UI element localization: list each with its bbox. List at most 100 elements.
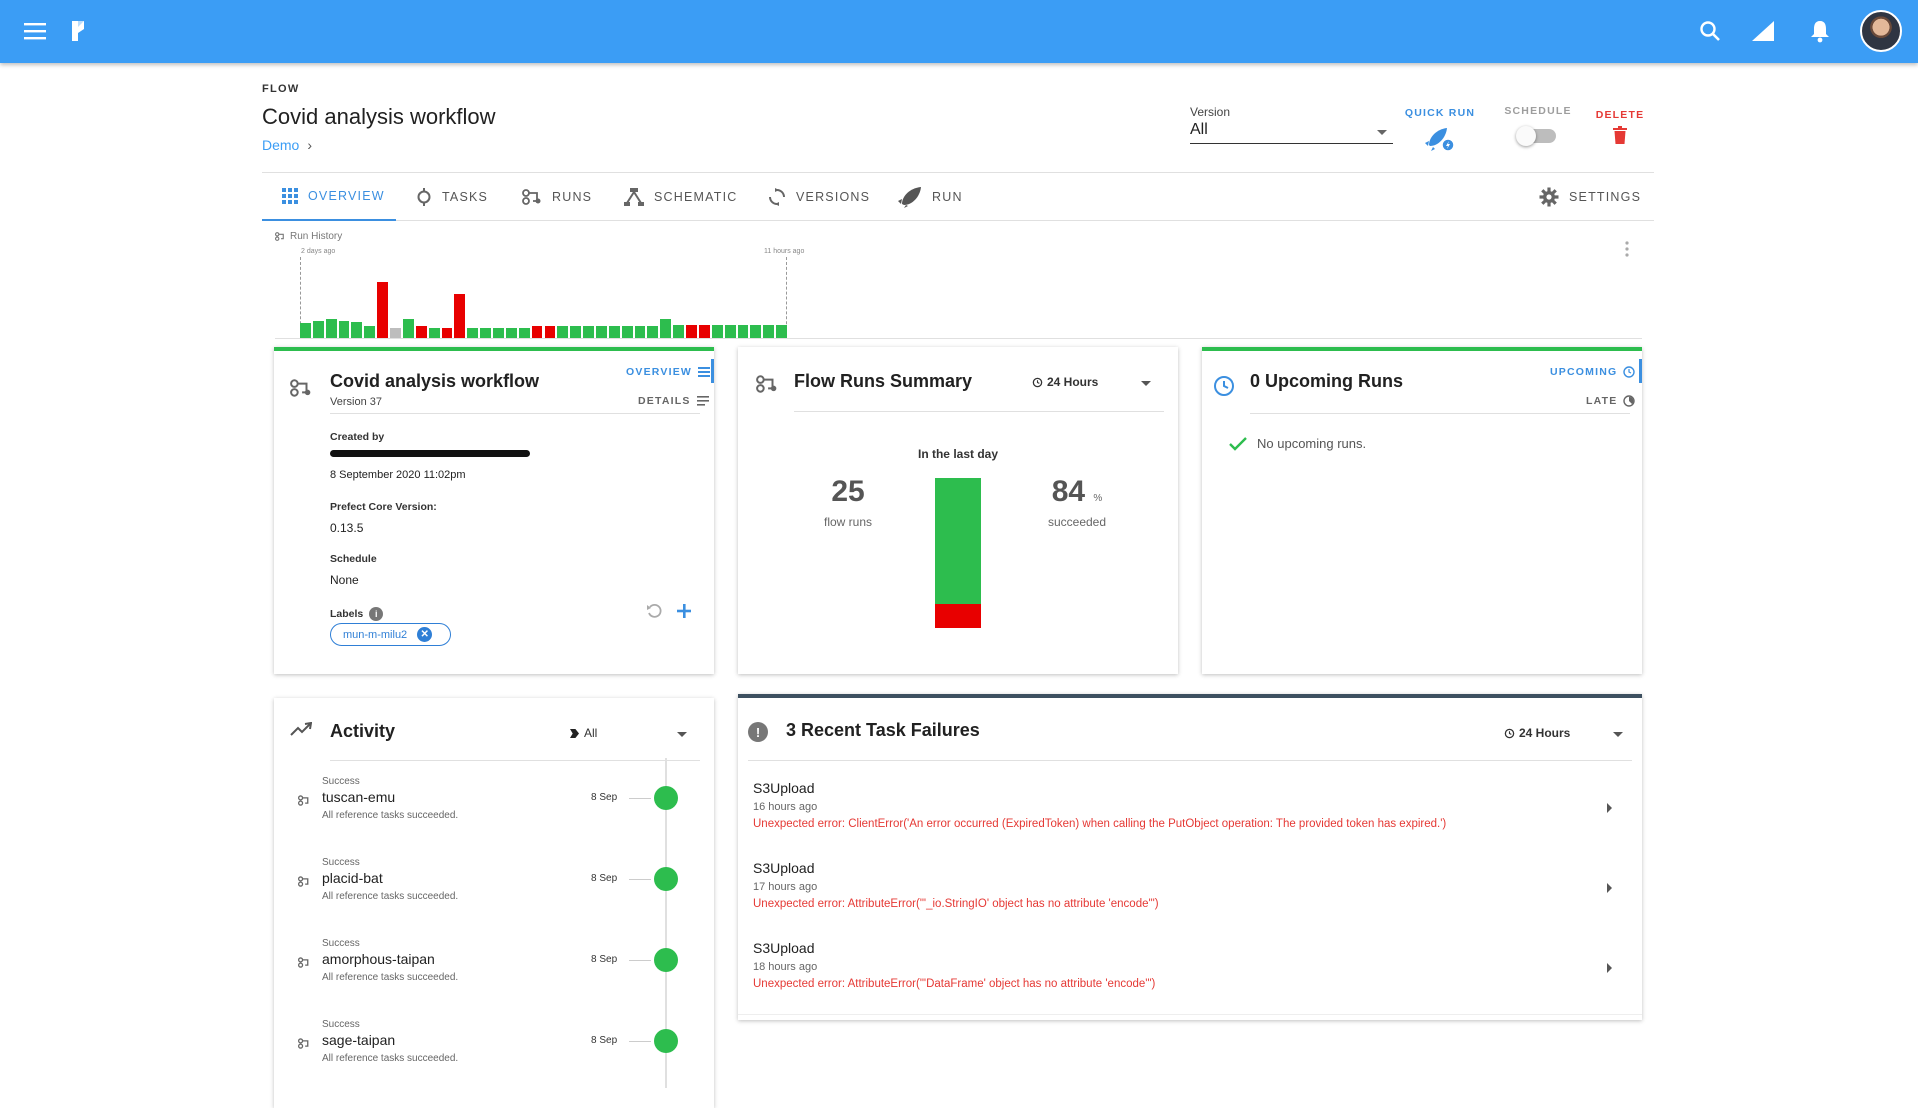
upcoming-link[interactable]: UPCOMING (1550, 366, 1636, 378)
tab-versions[interactable]: VERSIONS (768, 173, 870, 221)
chevron-right-icon[interactable] (1607, 883, 1612, 893)
run-history-bar[interactable] (531, 326, 543, 338)
run-history-bar[interactable] (480, 328, 492, 338)
caret-down-icon[interactable] (1613, 732, 1623, 737)
chevron-right-icon[interactable] (1607, 963, 1612, 973)
prefect-logo-icon[interactable] (70, 19, 88, 43)
run-history-bar[interactable] (557, 326, 569, 338)
tab-schematic[interactable]: SCHEMATIC (624, 173, 738, 221)
run-history-bar[interactable] (518, 328, 530, 338)
signal-icon[interactable] (1751, 20, 1775, 42)
more-vert-icon[interactable] (1625, 241, 1629, 257)
delete-button[interactable]: DELETE (1590, 109, 1650, 144)
success-status-dot (654, 786, 678, 810)
run-history-bar[interactable] (647, 326, 659, 338)
run-history-bar[interactable] (351, 322, 363, 338)
active-indicator (1639, 359, 1642, 383)
run-history-bar[interactable] (673, 324, 685, 338)
run-history-bar[interactable] (312, 321, 324, 338)
summary-subtitle: In the last day (917, 447, 999, 461)
breadcrumb-project-link[interactable]: Demo (262, 137, 299, 153)
info-icon[interactable]: i (369, 607, 384, 621)
caret-down-icon (1377, 130, 1387, 135)
activity-run-name[interactable]: placid-bat (322, 870, 383, 886)
caret-down-icon[interactable] (677, 732, 687, 737)
run-history-bar[interactable] (724, 324, 736, 338)
undo-icon[interactable] (646, 603, 662, 619)
chevron-right-icon[interactable] (1607, 803, 1612, 813)
run-history-bar[interactable] (390, 328, 401, 338)
failure-time: 16 hours ago (753, 801, 818, 813)
schedule-toggle[interactable] (1516, 126, 1556, 146)
activity-filter-value: All (584, 726, 598, 740)
details-link[interactable]: DETAILS (638, 395, 709, 407)
version-select[interactable]: All (1190, 121, 1393, 144)
run-history-bar[interactable] (583, 326, 594, 338)
run-history-bar[interactable] (698, 324, 710, 338)
rocket-icon (898, 186, 922, 208)
run-history-bar[interactable] (711, 324, 723, 338)
run-history-bar[interactable] (763, 324, 775, 338)
activity-run-name[interactable]: sage-taipan (322, 1032, 395, 1048)
core-version-value: 0.13.5 (330, 521, 364, 535)
search-icon[interactable] (1699, 20, 1721, 42)
run-history-bar[interactable] (428, 328, 440, 338)
activity-message: All reference tasks succeeded. (322, 891, 459, 902)
run-history-bar[interactable] (415, 325, 427, 338)
run-history-bar[interactable] (402, 318, 414, 338)
late-link[interactable]: LATE (1586, 395, 1636, 407)
run-history-bar[interactable] (544, 326, 556, 338)
failure-task-name: S3Upload (753, 780, 815, 796)
quick-run-button[interactable]: QUICK RUN (1404, 107, 1476, 153)
notes-icon (696, 396, 709, 406)
overview-link-label: OVERVIEW (626, 366, 693, 378)
bell-icon[interactable] (1810, 19, 1830, 43)
run-history-bar[interactable] (737, 324, 749, 338)
tab-run[interactable]: RUN (898, 173, 963, 221)
run-history-bar[interactable] (467, 328, 479, 338)
run-history-bar[interactable] (377, 282, 389, 338)
run-history-bar[interactable] (300, 323, 311, 338)
run-history-bar[interactable] (505, 328, 517, 338)
tab-settings-label: SETTINGS (1569, 190, 1642, 204)
avatar[interactable] (1860, 10, 1902, 52)
failure-task-name: S3Upload (753, 940, 815, 956)
activity-run-name[interactable]: tuscan-emu (322, 789, 395, 805)
run-history-bar[interactable] (454, 294, 466, 338)
activity-title: Activity (330, 721, 396, 741)
run-history-bar[interactable] (441, 328, 453, 338)
run-history-bar[interactable] (660, 318, 672, 338)
caret-down-icon[interactable] (1141, 381, 1151, 386)
activity-filter-select[interactable]: All (570, 726, 597, 740)
run-history-bar[interactable] (686, 324, 697, 338)
run-history-bar[interactable] (634, 326, 646, 338)
run-history-bar[interactable] (325, 318, 337, 338)
failure-error: Unexpected error: AttributeError("'DataF… (753, 978, 1156, 990)
activity-run-name[interactable]: amorphous-taipan (322, 951, 435, 967)
run-history-bar[interactable] (595, 326, 607, 338)
success-status-dot (654, 948, 678, 972)
tab-settings[interactable]: SETTINGS (1539, 173, 1641, 221)
run-history-bar[interactable] (338, 321, 350, 338)
summary-range-select[interactable]: 24 Hours (1032, 375, 1098, 389)
label-chip[interactable]: mun-m-milu2 ✕ (330, 623, 451, 646)
remove-label-icon[interactable]: ✕ (417, 627, 433, 642)
timeline-connector (629, 879, 651, 880)
failures-range-select[interactable]: 24 Hours (1504, 726, 1570, 740)
run-history-bar[interactable] (493, 328, 504, 338)
runs-icon (275, 232, 286, 241)
run-history-bar[interactable] (750, 324, 762, 338)
run-history-bar[interactable] (570, 326, 582, 338)
succeeded-percentage-value: 84 (1051, 475, 1086, 508)
tab-overview[interactable]: OVERVIEW (262, 173, 396, 221)
menu-icon[interactable] (24, 22, 46, 40)
run-history-bar[interactable] (776, 324, 787, 338)
run-history-bar[interactable] (608, 326, 620, 338)
version-label: Version (1190, 105, 1231, 119)
add-label-icon[interactable] (676, 603, 692, 619)
tab-tasks[interactable]: TASKS (416, 173, 488, 221)
tab-runs[interactable]: RUNS (522, 173, 592, 221)
run-history-bar[interactable] (621, 326, 633, 338)
overview-link[interactable]: OVERVIEW (626, 366, 711, 378)
run-history-bar[interactable] (364, 326, 376, 338)
